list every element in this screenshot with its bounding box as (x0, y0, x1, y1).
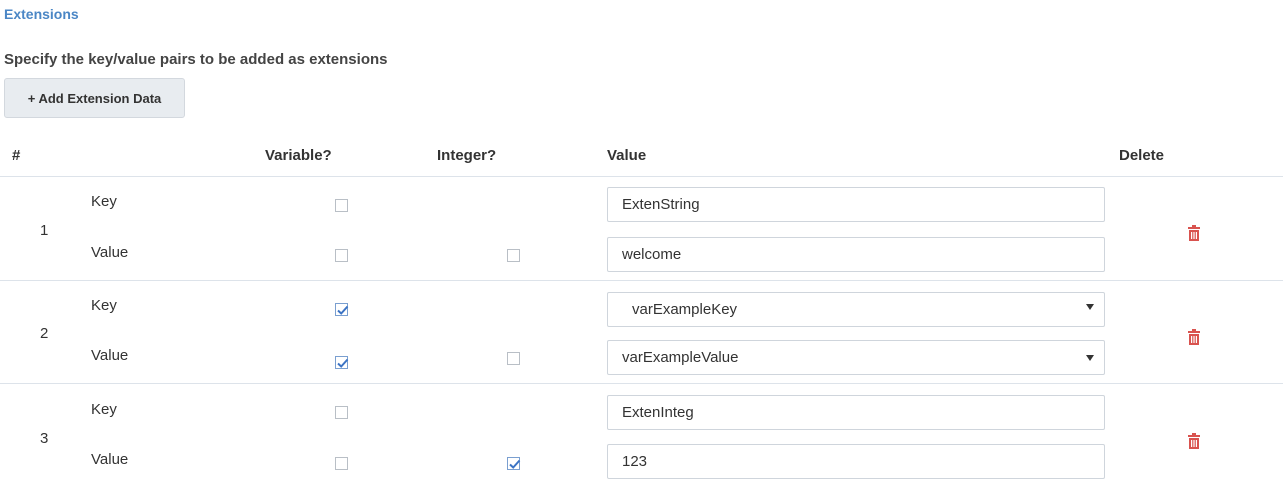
key-variable-select[interactable]: varExampleKey (607, 292, 1105, 327)
instructions-text: Specify the key/value pairs to be added … (4, 51, 388, 68)
trash-icon[interactable] (1188, 225, 1200, 241)
checkmark-icon (509, 459, 521, 469)
key-label: Key (91, 297, 117, 314)
row-index: 1 (40, 222, 49, 239)
row-divider (0, 280, 1283, 281)
key-label: Key (91, 193, 117, 210)
key-variable-checkbox[interactable] (335, 406, 348, 419)
header-divider (0, 176, 1283, 177)
column-header-variable: Variable? (265, 147, 332, 164)
row-divider (0, 383, 1283, 384)
value-variable-select[interactable]: varExampleValue (607, 340, 1105, 375)
value-label: Value (91, 347, 129, 364)
value-variable-checkbox[interactable] (335, 457, 348, 470)
value-value-input[interactable] (607, 444, 1105, 479)
key-value-input[interactable] (607, 187, 1105, 222)
column-header-index: # (12, 147, 21, 164)
value-value-input[interactable] (607, 237, 1105, 272)
section-title: Extensions (4, 6, 79, 22)
key-variable-checkbox[interactable] (335, 199, 348, 212)
add-extension-data-button[interactable]: + Add Extension Data (4, 78, 185, 118)
value-integer-checkbox[interactable] (507, 457, 521, 470)
checkmark-icon (337, 358, 349, 368)
key-variable-select-value: varExampleKey (632, 301, 738, 318)
caret-down-icon (1086, 355, 1094, 361)
caret-down-icon (1086, 304, 1094, 310)
key-value-input[interactable] (607, 395, 1105, 430)
key-variable-checkbox[interactable] (335, 303, 349, 316)
trash-icon[interactable] (1188, 329, 1200, 345)
key-label: Key (91, 401, 117, 418)
checkmark-icon (337, 305, 349, 315)
value-integer-checkbox[interactable] (507, 352, 520, 365)
row-index: 2 (40, 325, 49, 342)
value-label: Value (91, 451, 129, 468)
trash-icon[interactable] (1188, 433, 1200, 449)
value-variable-select-value: varExampleValue (622, 349, 739, 366)
value-variable-checkbox[interactable] (335, 356, 349, 369)
column-header-integer: Integer? (437, 147, 497, 164)
value-variable-checkbox[interactable] (335, 249, 348, 262)
row-index: 3 (40, 430, 49, 447)
column-header-value: Value (607, 147, 647, 164)
value-integer-checkbox[interactable] (507, 249, 520, 262)
column-header-delete: Delete (1119, 147, 1165, 164)
value-label: Value (91, 244, 129, 261)
